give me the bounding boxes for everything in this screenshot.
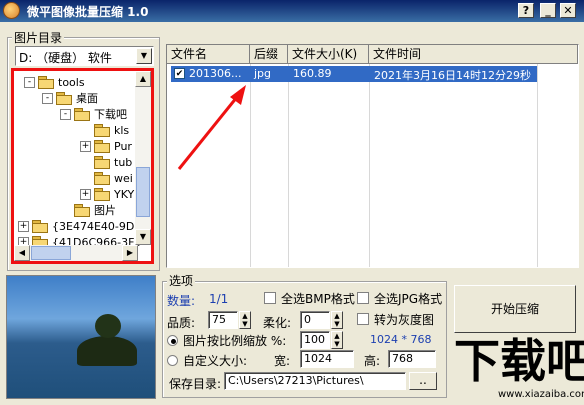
image-preview [6, 275, 156, 399]
expand-icon[interactable]: + [80, 188, 91, 200]
scale-ratio-field[interactable]: 100 [300, 331, 330, 349]
select-all-bmp-label: 全选BMP格式 [281, 292, 355, 306]
site-watermark-logo: 下载吧 [454, 334, 584, 388]
close-button[interactable]: ✕ [560, 3, 576, 18]
grayscale-label: 转为灰度图 [374, 313, 435, 327]
quality-label: 品质: [167, 316, 196, 330]
tree-item-label: 图片 [94, 204, 116, 217]
scroll-thumb[interactable] [136, 167, 150, 217]
scale-ratio-stepper[interactable]: ▲ ▼ [331, 331, 343, 349]
folder-icon [94, 140, 110, 153]
resolution-readout: 1024 * 768 [370, 333, 432, 346]
tree-item[interactable]: wei [80, 170, 133, 186]
tree-item-label: tools [58, 75, 85, 89]
folder-icon [32, 220, 48, 233]
tree-item[interactable]: - 桌面 [42, 90, 98, 106]
browse-button[interactable]: .. [409, 372, 437, 390]
select-all-jpg-checkbox[interactable] [357, 292, 369, 304]
tree-item[interactable]: - 下载吧 [60, 106, 127, 122]
scale-ratio-label: 图片按比例缩放 %: [183, 334, 287, 348]
width-label: 宽: [274, 354, 291, 368]
folder-icon [94, 124, 110, 137]
folder-icon [56, 92, 72, 105]
save-dir-field[interactable]: C:\Users\27213\Pictures\ [224, 372, 406, 390]
custom-size-label: 自定义大小: [183, 354, 248, 368]
folder-icon [74, 108, 90, 121]
tree-item-label: tub [114, 155, 133, 169]
tree-item[interactable]: + Pur [80, 138, 132, 154]
tree-horizontal-scrollbar[interactable]: ◀ ▶ [14, 245, 138, 261]
start-compress-button[interactable]: 开始压缩 [454, 285, 576, 333]
annotation-arrow [177, 85, 246, 170]
scroll-up-icon[interactable]: ▲ [135, 71, 151, 87]
chevron-down-icon[interactable]: ▼ [136, 48, 152, 64]
quality-field[interactable]: 75 [208, 311, 238, 329]
select-all-bmp-checkbox[interactable] [264, 292, 276, 304]
app-icon [3, 2, 20, 19]
height-field[interactable]: 768 [388, 350, 436, 368]
tree-item[interactable]: + YKY [80, 186, 134, 202]
folder-icon [38, 76, 54, 89]
tree-item-label: wei [114, 171, 133, 185]
tree-item[interactable]: - tools [24, 74, 85, 90]
tree-item[interactable]: kls [80, 122, 129, 138]
file-list[interactable]: 文件名 后缀 文件大小(K) 文件时间 ✔ 201306... jpg 160.… [166, 44, 579, 268]
tree-item-label: kls [114, 123, 130, 137]
help-button[interactable]: ? [518, 3, 534, 18]
folder-icon [94, 156, 110, 169]
tree-item-label: Pur [114, 139, 132, 153]
folder-tree[interactable]: - tools - 桌面 - 下载吧 kls + Pur tub wei + YKY 图片 + {3E474E… [11, 68, 154, 264]
width-field[interactable]: 1024 [300, 350, 354, 368]
window-title: 微平图像批量压缩 1.0 [27, 5, 149, 19]
count-value: 1/1 [209, 292, 229, 306]
height-label: 高: [364, 354, 381, 368]
tree-item[interactable]: 图片 [60, 202, 116, 218]
options-label: 选项 [167, 272, 196, 289]
grayscale-checkbox[interactable] [357, 313, 369, 325]
select-all-jpg-label: 全选JPG格式 [374, 292, 443, 306]
tree-item-label: 下载吧 [94, 108, 127, 121]
folder-icon [94, 188, 110, 201]
custom-size-radio[interactable] [167, 355, 178, 366]
tree-item-label: 桌面 [76, 92, 98, 105]
scroll-right-icon[interactable]: ▶ [122, 245, 138, 261]
tree-item[interactable]: tub [80, 154, 132, 170]
soften-stepper[interactable]: ▲ ▼ [331, 311, 343, 329]
save-dir-label: 保存目录: [169, 377, 222, 391]
minimize-button[interactable]: _ [540, 3, 556, 18]
expand-icon[interactable]: + [18, 220, 29, 232]
collapse-icon[interactable]: - [24, 76, 35, 88]
image-directory-label: 图片目录 [12, 29, 65, 46]
soften-field[interactable]: 0 [300, 311, 330, 329]
tree-item-label: {3E474E40-9D6 [52, 219, 142, 233]
site-watermark-url: www.xiazaiba.com [498, 389, 584, 400]
quality-stepper[interactable]: ▲ ▼ [239, 311, 251, 329]
folder-icon [94, 172, 110, 185]
expand-icon[interactable]: + [80, 140, 91, 152]
tree-item-label: YKY [114, 187, 135, 201]
collapse-icon[interactable]: - [42, 92, 53, 104]
drive-select[interactable]: D: （硬盘） 软件 ▼ [15, 46, 154, 66]
tree-vertical-scrollbar[interactable]: ▲ ▼ [135, 71, 151, 245]
scroll-down-icon[interactable]: ▼ [135, 229, 151, 245]
soften-label: 柔化: [263, 316, 292, 330]
preview-island [77, 336, 137, 366]
hscroll-thumb[interactable] [31, 246, 71, 260]
tree-item[interactable]: + {3E474E40-9D6 [18, 218, 141, 234]
drive-select-value: D: （硬盘） 软件 [19, 51, 112, 65]
collapse-icon[interactable]: - [60, 108, 71, 120]
scroll-left-icon[interactable]: ◀ [14, 245, 30, 261]
folder-icon [74, 204, 90, 217]
preview-trees [95, 314, 121, 338]
count-label: 数量: [167, 294, 196, 308]
scale-ratio-radio[interactable] [167, 335, 178, 346]
